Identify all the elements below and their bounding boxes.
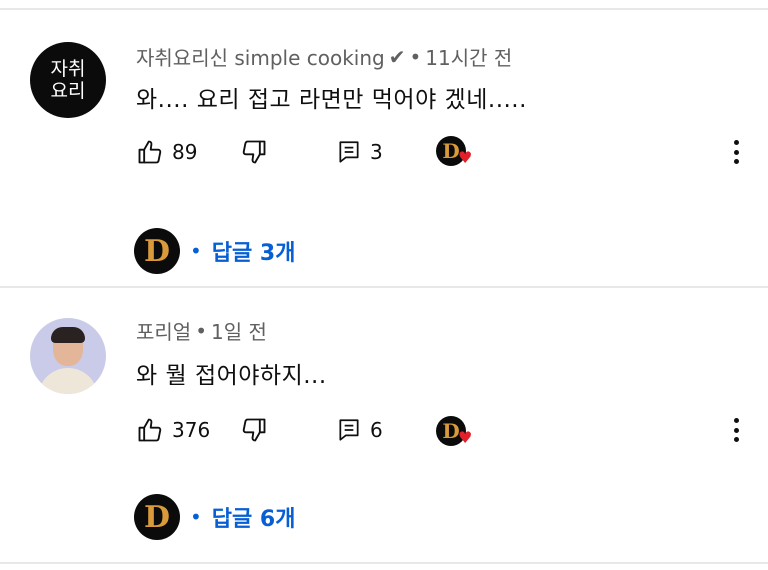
thumbs-up-icon [138,418,162,442]
reply-comment-icon [339,141,359,163]
more-dot-icon [733,437,739,442]
dislike-button[interactable] [240,410,268,450]
author-name[interactable]: 자취요리신 simple cooking [136,42,385,71]
reply-dot: • [190,505,202,529]
more-dot-icon [733,427,739,433]
more-options-button[interactable] [726,414,746,446]
comment-thread: 자취 요리 자취요리신 simple cooking ✔ • 11시간 전 와.… [0,10,768,280]
reply-dot: • [190,239,202,263]
creator-heart-badge: D ♥ [436,416,476,448]
thumbs-down-icon [242,140,266,164]
more-dot-icon [733,159,739,164]
reply-avatar: D [134,494,180,540]
more-dot-icon [733,149,739,155]
meta-separator: • [195,318,207,343]
comment-meta: 자취요리신 simple cooking ✔ • 11시간 전 [136,42,512,71]
reply-count: 3 [370,140,383,164]
comment-time[interactable]: 11시간 전 [425,42,512,71]
meta-separator: • [409,44,422,69]
like-button[interactable]: 376 [136,410,210,450]
comment-actions: 376 6 D ♥ [136,410,746,450]
comment-text: 와 뭘 접어야하지... [136,363,327,389]
heart-icon: ♥ [458,148,473,167]
reply-avatar: D [134,228,180,274]
reply-button[interactable]: 3 [336,132,383,172]
reply-label: 답글 3개 [211,241,296,266]
avatar[interactable] [30,318,106,394]
dislike-button[interactable] [240,132,268,172]
reply-label: 답글 6개 [211,507,296,532]
person-avatar-image [30,318,106,394]
like-button[interactable]: 89 [136,132,197,172]
more-dot-icon [733,140,739,145]
creator-heart-badge: D ♥ [436,136,476,168]
thumbs-down-icon [242,418,266,442]
author-name[interactable]: 포리얼 [136,316,191,345]
view-replies-button[interactable]: D • 답글 6개 [134,494,295,540]
like-count: 376 [172,418,211,442]
view-replies-button[interactable]: D • 답글 3개 [134,228,295,274]
more-dot-icon [733,418,739,423]
more-options-button[interactable] [726,136,746,168]
comment-meta: 포리얼 • 1일 전 [136,316,267,345]
heart-icon: ♥ [458,428,473,447]
thumbs-up-icon [138,140,162,164]
avatar-text: 자취 [50,58,86,80]
comment-thread: 포리얼 • 1일 전 와 뭘 접어야하지... 376 6 D ♥ D • 답글… [0,288,768,558]
bottom-divider [0,562,768,564]
comment-actions: 89 3 D ♥ [136,132,746,172]
verified-checkmark-icon: ✔ [388,44,406,69]
comment-time[interactable]: 1일 전 [211,316,267,345]
reply-comment-icon [339,419,359,441]
avatar-text: 요리 [50,80,86,102]
reply-button[interactable]: 6 [336,410,383,450]
comment-text: 와.... 요리 접고 라면만 먹어야 겠네..... [136,87,527,113]
reply-count: 6 [370,418,383,442]
like-count: 89 [172,140,198,164]
avatar[interactable]: 자취 요리 [30,42,106,118]
